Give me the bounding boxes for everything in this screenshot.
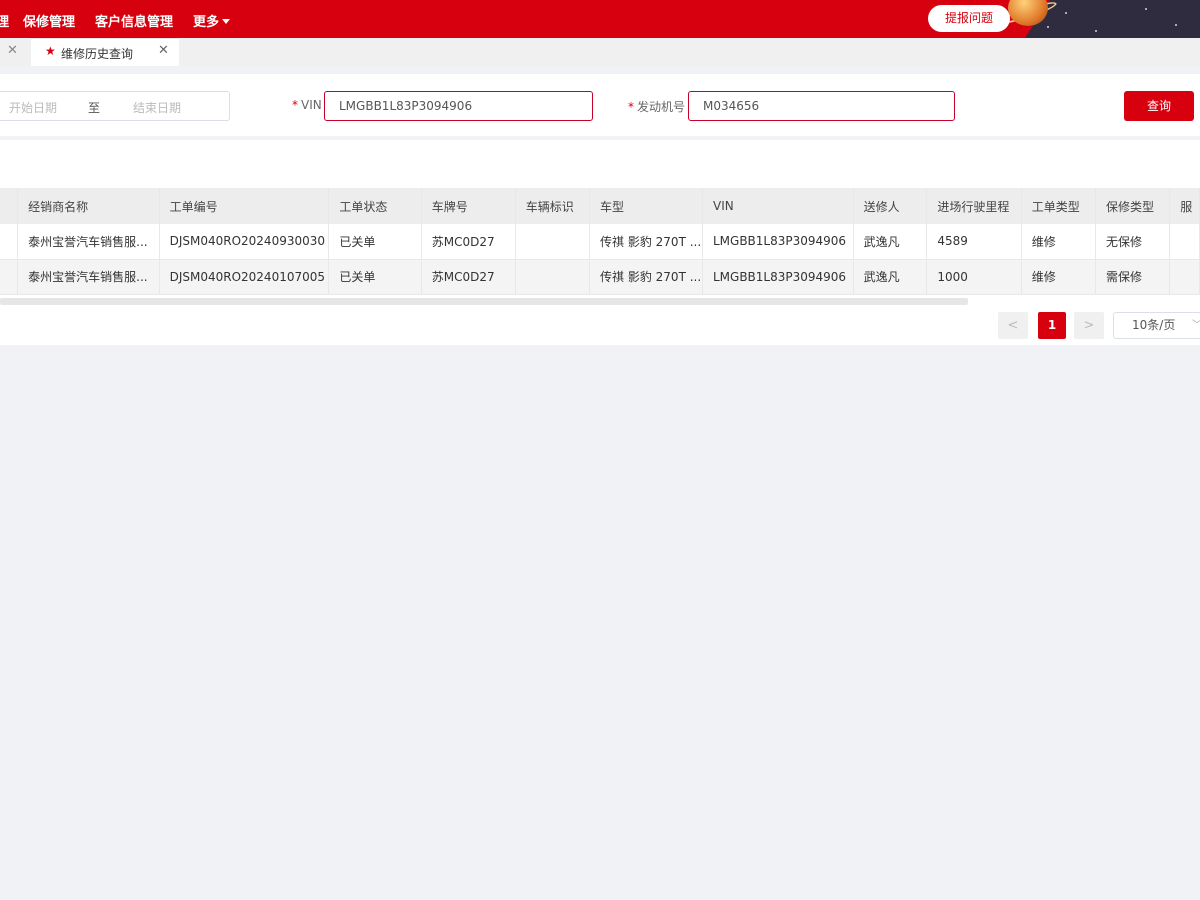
table-cell: 1000 [926,259,1022,294]
table-cell: 苏MC0D27 [421,259,516,294]
table-cell [1169,259,1200,294]
date-range-picker[interactable]: 开始日期 至 结束日期 [0,91,230,121]
nav-more-label: 更多 [193,15,220,30]
column-header: 送修人 [853,188,928,224]
date-separator: 至 [88,101,101,115]
current-page-button[interactable]: 1 [1038,312,1066,339]
select-column-header [0,188,19,224]
chevron-down-icon: ﹀ [1192,313,1200,338]
horizontal-scrollbar[interactable] [0,298,968,305]
nav-item-customer-info[interactable]: 客户信息管理 [95,11,173,30]
start-date-input[interactable]: 开始日期 [9,99,57,116]
table-cell: 苏MC0D27 [421,224,516,259]
vin-label: * VIN [292,98,322,112]
results-table: 经销商名称 工单编号 工单状态 车牌号 车辆标识 车型 VIN 送修人 进场行驶… [0,188,1200,295]
column-header: 工单状态 [328,188,422,224]
close-icon[interactable]: ✕ [7,43,18,58]
column-header: 保修类型 [1095,188,1171,224]
nav-item-more[interactable]: 更多 [193,11,231,30]
column-header: 工单类型 [1021,188,1097,224]
table-cell: DJSM040RO20240930030 [159,224,330,259]
tab-label: 维修历史查询 [61,47,134,61]
caret-down-icon [222,19,231,24]
table-cell [1169,224,1200,259]
top-nav: 理 保修管理 客户信息管理 更多 提报问题 [0,0,1200,38]
table-cell: LMGBB1L83P3094906 [702,259,854,294]
table-cell [515,259,591,294]
page-size-select[interactable]: 10条/页 ﹀ [1113,312,1200,339]
end-date-input[interactable]: 结束日期 [133,99,181,116]
nav-item-warranty[interactable]: 保修管理 [23,11,75,30]
column-header: 经销商名称 [17,188,160,224]
nav-item-partial[interactable]: 理 [0,11,9,30]
table-cell: 已关单 [328,259,422,294]
table-cell [515,224,591,259]
table-row[interactable]: 泰州宝誉汽车销售服... DJSM040RO20240107005 已关单 苏M… [0,259,1200,294]
engine-number-label: * 发动机号 [628,100,686,114]
column-header: 服 [1169,188,1200,224]
table-cell: 无保修 [1095,224,1171,259]
row-select-cell[interactable] [0,224,19,259]
results-panel: 经销商名称 工单编号 工单状态 车牌号 车辆标识 车型 VIN 送修人 进场行驶… [0,140,1200,345]
engine-number-input[interactable]: M034656 [688,91,955,121]
page-size-label: 10条/页 [1132,318,1176,332]
close-icon[interactable]: ✕ [158,43,169,58]
tabs-bar: ✕ ★ 维修历史查询 ✕ [0,38,1200,66]
query-button[interactable]: 查询 [1124,91,1194,121]
prev-page-button[interactable]: < [998,312,1028,339]
column-header: VIN [702,188,854,224]
column-header: 车型 [589,188,703,224]
table-cell: 武逸凡 [853,224,928,259]
table-cell: DJSM040RO20240107005 [159,259,330,294]
table-cell: 泰州宝誉汽车销售服... [17,259,160,294]
table-cell: 传祺 影豹 270T ... [589,259,703,294]
table-cell: 需保修 [1095,259,1171,294]
table-cell: 已关单 [328,224,422,259]
column-header: 工单编号 [159,188,330,224]
table-cell: 维修 [1021,259,1097,294]
next-page-button[interactable]: > [1074,312,1104,339]
column-header: 车牌号 [421,188,516,224]
table-cell: 泰州宝誉汽车销售服... [17,224,160,259]
table-header-row: 经销商名称 工单编号 工单状态 车牌号 车辆标识 车型 VIN 送修人 进场行驶… [0,188,1200,224]
table-cell: 武逸凡 [853,259,928,294]
row-select-cell[interactable] [0,259,19,294]
vin-input[interactable]: LMGBB1L83P3094906 [324,91,593,121]
table-cell: 传祺 影豹 270T ... [589,224,703,259]
column-header: 进场行驶里程 [926,188,1022,224]
table-cell: LMGBB1L83P3094906 [702,224,854,259]
table-cell: 4589 [926,224,1022,259]
table-row[interactable]: 泰州宝誉汽车销售服... DJSM040RO20240930030 已关单 苏M… [0,224,1200,259]
star-icon: ★ [45,44,56,58]
tab-repair-history[interactable]: ★ 维修历史查询 ✕ [31,38,179,66]
table-cell: 维修 [1021,224,1097,259]
column-header: 车辆标识 [515,188,591,224]
search-panel: 开始日期 至 结束日期 * VIN LMGBB1L83P3094906 * 发动机号… [0,74,1200,136]
report-issue-button[interactable]: 提报问题 [928,5,1010,32]
